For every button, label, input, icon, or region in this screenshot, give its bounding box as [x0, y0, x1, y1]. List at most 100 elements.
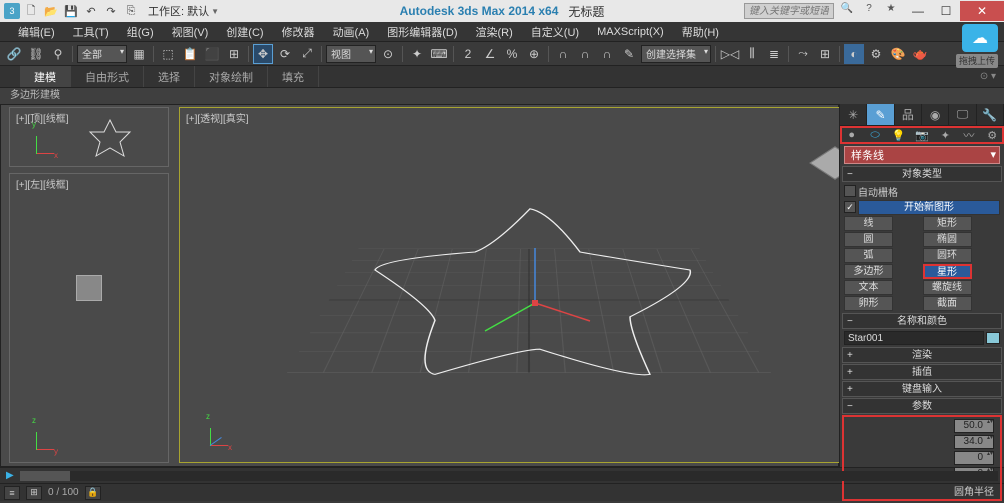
unlink-icon[interactable]: ⛓	[26, 44, 46, 64]
cmdtab-motion-icon[interactable]: ◉	[922, 104, 949, 125]
param-points[interactable]: 0	[954, 451, 994, 465]
render-setup-icon[interactable]: ⚙	[866, 44, 886, 64]
ribbon-tab-modeling[interactable]: 建模	[20, 66, 71, 87]
menu-views[interactable]: 视图(V)	[164, 22, 217, 41]
maxscript-listener-icon[interactable]: ≡	[4, 486, 20, 500]
help-icon[interactable]: ?	[860, 3, 878, 19]
subtab-helpers-icon[interactable]: ✦	[934, 126, 957, 144]
workspace-label[interactable]: 工作区: 默认	[148, 3, 209, 19]
btn-ellipse[interactable]: 椭圆	[923, 232, 972, 247]
layers-icon[interactable]: ≣	[764, 44, 784, 64]
category-dropdown[interactable]: 样条线	[844, 146, 1000, 164]
viewport-perspective[interactable]: [+][透视][真实]	[179, 107, 879, 463]
menu-rendering[interactable]: 渲染(R)	[468, 22, 521, 41]
render-frame-icon[interactable]: 🎨	[888, 44, 908, 64]
qat-new-icon[interactable]: 🗋	[22, 3, 40, 19]
scale-icon[interactable]: ⤢	[297, 44, 317, 64]
subtab-geometry-icon[interactable]: ●	[840, 126, 863, 144]
rollout-interp[interactable]: 插值	[842, 364, 1002, 380]
object-name-input[interactable]	[844, 331, 984, 345]
menu-grapheditors[interactable]: 图形编辑器(D)	[379, 22, 465, 41]
autogrid-checkbox[interactable]	[844, 185, 856, 197]
qat-open-icon[interactable]: 📂	[42, 3, 60, 19]
startshape-checkbox[interactable]	[844, 201, 856, 213]
qat-link-icon[interactable]: ⎘	[122, 3, 140, 19]
menu-customize[interactable]: 自定义(U)	[523, 22, 587, 41]
upload-label[interactable]: 拖拽上传	[956, 54, 998, 68]
magnet-a-icon[interactable]: ∩	[553, 44, 573, 64]
menu-tools[interactable]: 工具(T)	[65, 22, 117, 41]
menu-maxscript[interactable]: MAXScript(X)	[589, 22, 672, 41]
menu-animation[interactable]: 动画(A)	[325, 22, 378, 41]
prompt-icon[interactable]: ⊞	[26, 486, 42, 500]
select-region-icon[interactable]: ⬛	[202, 44, 222, 64]
viewport-left-label[interactable]: [+][左][线框]	[16, 176, 69, 191]
subtab-cameras-icon[interactable]: 📷	[910, 126, 933, 144]
lock-icon[interactable]: 🔒	[85, 486, 101, 500]
snap-2d-icon[interactable]: 2	[458, 44, 478, 64]
cmdtab-utilities-icon[interactable]: 🔧	[977, 104, 1004, 125]
snap-spinner-icon[interactable]: ⊕	[524, 44, 544, 64]
manipulate-icon[interactable]: ✦	[407, 44, 427, 64]
startshape-button[interactable]: 开始新图形	[858, 200, 1000, 215]
cmdtab-modify-icon[interactable]: ✎	[867, 104, 894, 125]
btn-line[interactable]: 线	[844, 216, 893, 231]
menu-edit[interactable]: 编辑(E)	[10, 22, 63, 41]
rollout-render[interactable]: 渲染	[842, 347, 1002, 363]
ribbon-tab-populate[interactable]: 填充	[268, 66, 319, 87]
select-icon[interactable]: ⬚	[158, 44, 178, 64]
snap-percent-icon[interactable]: %	[502, 44, 522, 64]
btn-section[interactable]: 截面	[923, 296, 972, 311]
bind-icon[interactable]: ⚲	[48, 44, 68, 64]
help-search-input[interactable]	[744, 3, 834, 19]
maximize-button[interactable]: ☐	[932, 1, 960, 21]
btn-rectangle[interactable]: 矩形	[923, 216, 972, 231]
snap-angle-icon[interactable]: ∠	[480, 44, 500, 64]
edit-sel-icon[interactable]: ✎	[619, 44, 639, 64]
favorite-icon[interactable]: ★	[882, 3, 900, 19]
ribbon-tab-objpaint[interactable]: 对象绘制	[195, 66, 268, 87]
btn-ngon[interactable]: 多边形	[844, 264, 893, 279]
search-icon[interactable]: 🔍	[838, 3, 856, 19]
ribbon-tab-freeform[interactable]: 自由形式	[71, 66, 144, 87]
rollout-keyboard[interactable]: 键盘输入	[842, 381, 1002, 397]
schematic-icon[interactable]: ⊞	[815, 44, 835, 64]
magnet-c-icon[interactable]: ∩	[597, 44, 617, 64]
btn-helix[interactable]: 螺旋线	[923, 280, 972, 295]
qat-undo-icon[interactable]: ↶	[82, 3, 100, 19]
subtab-spacewarps-icon[interactable]: 〰	[957, 126, 980, 144]
rollout-objtype[interactable]: 对象类型	[842, 166, 1002, 182]
param-radius1[interactable]: 50.0	[954, 419, 994, 433]
cmdtab-display-icon[interactable]: 🖵	[949, 104, 976, 125]
subtab-shapes-icon[interactable]: ⬭	[863, 126, 886, 144]
object-color-swatch[interactable]	[986, 332, 1000, 344]
viewport-top[interactable]: [+][顶][线框] xy	[9, 107, 169, 167]
menu-group[interactable]: 组(G)	[119, 22, 162, 41]
time-handle[interactable]	[20, 471, 70, 481]
btn-donut[interactable]: 圆环	[923, 248, 972, 263]
select-name-icon[interactable]: 📋	[180, 44, 200, 64]
param-radius2[interactable]: 34.0	[954, 435, 994, 449]
rotate-icon[interactable]: ⟳	[275, 44, 295, 64]
menu-create[interactable]: 创建(C)	[218, 22, 271, 41]
pivot-icon[interactable]: ⊙	[378, 44, 398, 64]
close-button[interactable]: ✕	[960, 1, 1004, 21]
cmdtab-create-icon[interactable]: ✳	[840, 104, 867, 125]
mirror-icon[interactable]: ▷◁	[720, 44, 740, 64]
subtab-systems-icon[interactable]: ⚙	[981, 126, 1004, 144]
refcoord-dropdown[interactable]: 视图	[326, 45, 376, 63]
selection-scope-dropdown[interactable]: 全部	[77, 45, 127, 63]
material-editor-icon[interactable]: ◐	[844, 44, 864, 64]
menu-modifiers[interactable]: 修改器	[274, 22, 323, 41]
app-icon[interactable]: 3	[4, 3, 20, 19]
link-icon[interactable]: 🔗	[4, 44, 24, 64]
keymode-icon[interactable]: ⌨	[429, 44, 449, 64]
viewport-left[interactable]: [+][左][线框] yz	[9, 173, 169, 463]
window-crossing-icon[interactable]: ⊞	[224, 44, 244, 64]
align-icon[interactable]: ⫼	[742, 44, 762, 64]
qat-redo-icon[interactable]: ↷	[102, 3, 120, 19]
qat-save-icon[interactable]: 💾	[62, 3, 80, 19]
btn-circle[interactable]: 圆	[844, 232, 893, 247]
subtab-lights-icon[interactable]: 💡	[887, 126, 910, 144]
btn-star[interactable]: 星形	[923, 264, 972, 279]
